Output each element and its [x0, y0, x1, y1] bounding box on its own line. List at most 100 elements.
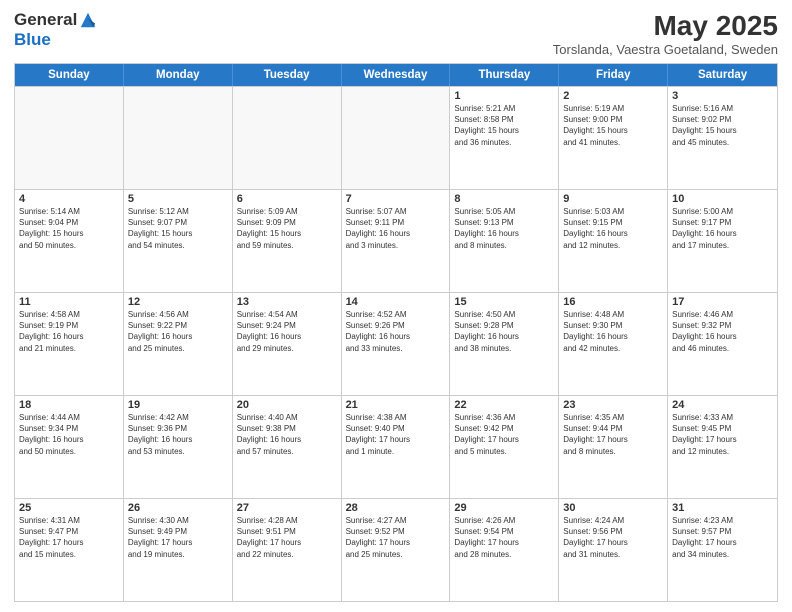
- day-info: Sunrise: 4:26 AM Sunset: 9:54 PM Dayligh…: [454, 515, 554, 560]
- day-info: Sunrise: 4:27 AM Sunset: 9:52 PM Dayligh…: [346, 515, 446, 560]
- header-day-sunday: Sunday: [15, 64, 124, 86]
- day-number: 11: [19, 296, 119, 308]
- title-section: May 2025 Torslanda, Vaestra Goetaland, S…: [553, 10, 778, 57]
- calendar-cell: 6Sunrise: 5:09 AM Sunset: 9:09 PM Daylig…: [233, 190, 342, 292]
- day-number: 14: [346, 296, 446, 308]
- calendar-row-2: 4Sunrise: 5:14 AM Sunset: 9:04 PM Daylig…: [15, 189, 777, 292]
- calendar-cell: 18Sunrise: 4:44 AM Sunset: 9:34 PM Dayli…: [15, 396, 124, 498]
- calendar-cell: 1Sunrise: 5:21 AM Sunset: 8:58 PM Daylig…: [450, 87, 559, 189]
- header-day-tuesday: Tuesday: [233, 64, 342, 86]
- calendar-cell: [233, 87, 342, 189]
- day-info: Sunrise: 4:50 AM Sunset: 9:28 PM Dayligh…: [454, 309, 554, 354]
- day-info: Sunrise: 4:33 AM Sunset: 9:45 PM Dayligh…: [672, 412, 773, 457]
- logo-blue-text: Blue: [14, 30, 51, 50]
- day-number: 26: [128, 502, 228, 514]
- calendar-cell: 12Sunrise: 4:56 AM Sunset: 9:22 PM Dayli…: [124, 293, 233, 395]
- day-info: Sunrise: 4:23 AM Sunset: 9:57 PM Dayligh…: [672, 515, 773, 560]
- day-info: Sunrise: 5:19 AM Sunset: 9:00 PM Dayligh…: [563, 103, 663, 148]
- logo: General Blue: [14, 10, 97, 50]
- logo-icon: [79, 11, 97, 29]
- day-number: 24: [672, 399, 773, 411]
- calendar-cell: 17Sunrise: 4:46 AM Sunset: 9:32 PM Dayli…: [668, 293, 777, 395]
- day-info: Sunrise: 4:44 AM Sunset: 9:34 PM Dayligh…: [19, 412, 119, 457]
- day-info: Sunrise: 5:09 AM Sunset: 9:09 PM Dayligh…: [237, 206, 337, 251]
- day-number: 29: [454, 502, 554, 514]
- calendar-cell: 26Sunrise: 4:30 AM Sunset: 9:49 PM Dayli…: [124, 499, 233, 601]
- day-number: 17: [672, 296, 773, 308]
- calendar-cell: [15, 87, 124, 189]
- calendar-cell: 13Sunrise: 4:54 AM Sunset: 9:24 PM Dayli…: [233, 293, 342, 395]
- day-number: 1: [454, 90, 554, 102]
- day-info: Sunrise: 4:24 AM Sunset: 9:56 PM Dayligh…: [563, 515, 663, 560]
- header-day-wednesday: Wednesday: [342, 64, 451, 86]
- day-info: Sunrise: 4:30 AM Sunset: 9:49 PM Dayligh…: [128, 515, 228, 560]
- calendar-cell: 21Sunrise: 4:38 AM Sunset: 9:40 PM Dayli…: [342, 396, 451, 498]
- day-info: Sunrise: 4:28 AM Sunset: 9:51 PM Dayligh…: [237, 515, 337, 560]
- day-number: 19: [128, 399, 228, 411]
- header-day-monday: Monday: [124, 64, 233, 86]
- calendar-cell: 28Sunrise: 4:27 AM Sunset: 9:52 PM Dayli…: [342, 499, 451, 601]
- page-header: General Blue May 2025 Torslanda, Vaestra…: [14, 10, 778, 57]
- day-number: 18: [19, 399, 119, 411]
- day-number: 16: [563, 296, 663, 308]
- day-info: Sunrise: 4:31 AM Sunset: 9:47 PM Dayligh…: [19, 515, 119, 560]
- calendar-cell: 24Sunrise: 4:33 AM Sunset: 9:45 PM Dayli…: [668, 396, 777, 498]
- day-number: 7: [346, 193, 446, 205]
- day-info: Sunrise: 4:36 AM Sunset: 9:42 PM Dayligh…: [454, 412, 554, 457]
- day-info: Sunrise: 5:16 AM Sunset: 9:02 PM Dayligh…: [672, 103, 773, 148]
- calendar-row-1: 1Sunrise: 5:21 AM Sunset: 8:58 PM Daylig…: [15, 86, 777, 189]
- calendar-cell: 27Sunrise: 4:28 AM Sunset: 9:51 PM Dayli…: [233, 499, 342, 601]
- day-info: Sunrise: 5:03 AM Sunset: 9:15 PM Dayligh…: [563, 206, 663, 251]
- day-number: 15: [454, 296, 554, 308]
- day-number: 9: [563, 193, 663, 205]
- day-number: 21: [346, 399, 446, 411]
- day-info: Sunrise: 5:07 AM Sunset: 9:11 PM Dayligh…: [346, 206, 446, 251]
- day-info: Sunrise: 5:12 AM Sunset: 9:07 PM Dayligh…: [128, 206, 228, 251]
- calendar-cell: 4Sunrise: 5:14 AM Sunset: 9:04 PM Daylig…: [15, 190, 124, 292]
- calendar-cell: 9Sunrise: 5:03 AM Sunset: 9:15 PM Daylig…: [559, 190, 668, 292]
- calendar-cell: 23Sunrise: 4:35 AM Sunset: 9:44 PM Dayli…: [559, 396, 668, 498]
- calendar-cell: 8Sunrise: 5:05 AM Sunset: 9:13 PM Daylig…: [450, 190, 559, 292]
- calendar: SundayMondayTuesdayWednesdayThursdayFrid…: [14, 63, 778, 602]
- day-info: Sunrise: 4:52 AM Sunset: 9:26 PM Dayligh…: [346, 309, 446, 354]
- calendar-cell: 15Sunrise: 4:50 AM Sunset: 9:28 PM Dayli…: [450, 293, 559, 395]
- calendar-cell: 22Sunrise: 4:36 AM Sunset: 9:42 PM Dayli…: [450, 396, 559, 498]
- day-number: 4: [19, 193, 119, 205]
- calendar-cell: 31Sunrise: 4:23 AM Sunset: 9:57 PM Dayli…: [668, 499, 777, 601]
- day-info: Sunrise: 4:48 AM Sunset: 9:30 PM Dayligh…: [563, 309, 663, 354]
- day-number: 2: [563, 90, 663, 102]
- day-info: Sunrise: 4:38 AM Sunset: 9:40 PM Dayligh…: [346, 412, 446, 457]
- day-info: Sunrise: 4:46 AM Sunset: 9:32 PM Dayligh…: [672, 309, 773, 354]
- calendar-page: General Blue May 2025 Torslanda, Vaestra…: [0, 0, 792, 612]
- calendar-cell: 16Sunrise: 4:48 AM Sunset: 9:30 PM Dayli…: [559, 293, 668, 395]
- calendar-cell: 19Sunrise: 4:42 AM Sunset: 9:36 PM Dayli…: [124, 396, 233, 498]
- day-info: Sunrise: 4:40 AM Sunset: 9:38 PM Dayligh…: [237, 412, 337, 457]
- day-number: 23: [563, 399, 663, 411]
- calendar-cell: 20Sunrise: 4:40 AM Sunset: 9:38 PM Dayli…: [233, 396, 342, 498]
- calendar-cell: [124, 87, 233, 189]
- day-number: 8: [454, 193, 554, 205]
- header-day-saturday: Saturday: [668, 64, 777, 86]
- calendar-body: 1Sunrise: 5:21 AM Sunset: 8:58 PM Daylig…: [15, 86, 777, 601]
- day-number: 5: [128, 193, 228, 205]
- calendar-row-5: 25Sunrise: 4:31 AM Sunset: 9:47 PM Dayli…: [15, 498, 777, 601]
- day-number: 10: [672, 193, 773, 205]
- calendar-cell: 3Sunrise: 5:16 AM Sunset: 9:02 PM Daylig…: [668, 87, 777, 189]
- calendar-cell: 30Sunrise: 4:24 AM Sunset: 9:56 PM Dayli…: [559, 499, 668, 601]
- day-number: 25: [19, 502, 119, 514]
- day-info: Sunrise: 4:54 AM Sunset: 9:24 PM Dayligh…: [237, 309, 337, 354]
- day-number: 3: [672, 90, 773, 102]
- page-title: May 2025: [553, 10, 778, 42]
- calendar-row-3: 11Sunrise: 4:58 AM Sunset: 9:19 PM Dayli…: [15, 292, 777, 395]
- calendar-cell: 29Sunrise: 4:26 AM Sunset: 9:54 PM Dayli…: [450, 499, 559, 601]
- calendar-cell: 10Sunrise: 5:00 AM Sunset: 9:17 PM Dayli…: [668, 190, 777, 292]
- day-number: 27: [237, 502, 337, 514]
- day-info: Sunrise: 5:05 AM Sunset: 9:13 PM Dayligh…: [454, 206, 554, 251]
- day-info: Sunrise: 4:42 AM Sunset: 9:36 PM Dayligh…: [128, 412, 228, 457]
- calendar-cell: 14Sunrise: 4:52 AM Sunset: 9:26 PM Dayli…: [342, 293, 451, 395]
- day-number: 22: [454, 399, 554, 411]
- day-number: 13: [237, 296, 337, 308]
- calendar-cell: 11Sunrise: 4:58 AM Sunset: 9:19 PM Dayli…: [15, 293, 124, 395]
- day-info: Sunrise: 5:21 AM Sunset: 8:58 PM Dayligh…: [454, 103, 554, 148]
- calendar-cell: [342, 87, 451, 189]
